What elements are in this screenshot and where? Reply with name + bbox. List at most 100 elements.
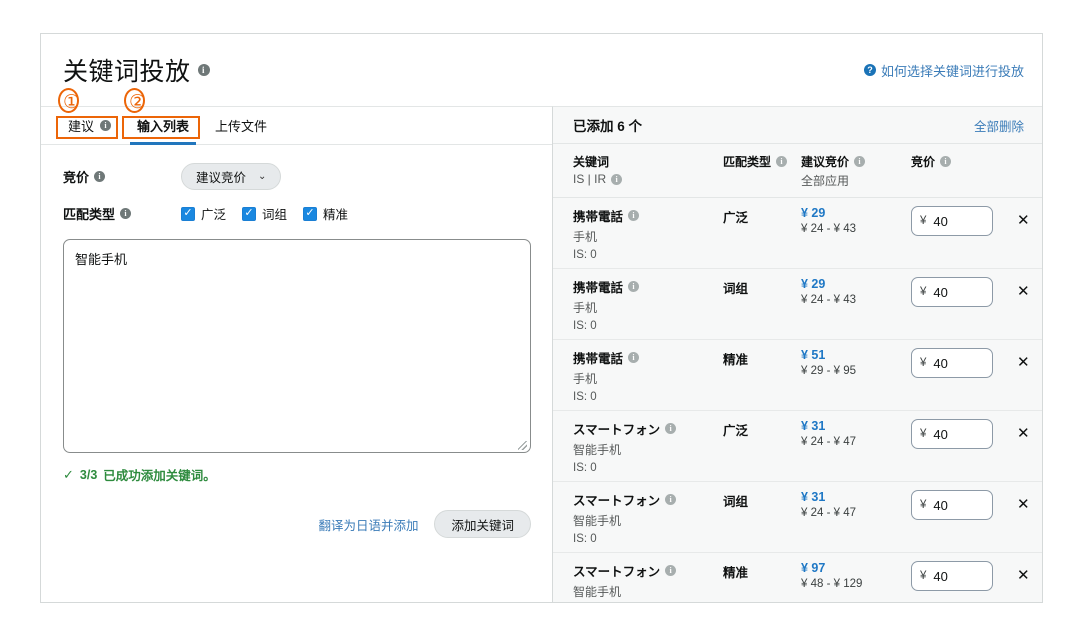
checkbox-exact[interactable]: ✓ 精准 [303, 204, 348, 223]
row-suggested-bid-cell: ¥ 29 ¥ 24 - ¥ 43 [801, 206, 911, 235]
bid-type-select[interactable]: 建议竞价 ⌄ [181, 163, 282, 190]
info-icon[interactable]: i [628, 352, 640, 363]
row-translation: 智能手机 [573, 514, 622, 528]
table-row: スマートフォン i 智能手机 IS: 0 精准 ¥ 97 ¥ 48 - ¥ 12… [553, 553, 1042, 602]
help-link-label: 如何选择关键词进行投放 [880, 63, 1024, 79]
translate-and-add-link[interactable]: 翻译为日语并添加 [318, 515, 418, 534]
row-bid-range: ¥ 24 - ¥ 43 [801, 294, 856, 306]
row-suggested-bid[interactable]: ¥ 29 [801, 277, 911, 291]
tab-bar: 建议 i 输入列表 上传文件 [41, 107, 552, 145]
row-is-value: IS: 0 [573, 391, 597, 403]
info-icon[interactable]: i [665, 423, 677, 434]
info-icon[interactable]: i [854, 156, 866, 167]
tab-enter-list[interactable]: 输入列表 [124, 107, 202, 145]
info-icon[interactable]: i [776, 156, 788, 167]
currency-symbol: ¥ [920, 357, 927, 369]
info-icon[interactable]: i [611, 173, 623, 185]
row-delete-cell: ✕ [1011, 206, 1041, 236]
close-icon[interactable]: ✕ [1011, 496, 1030, 513]
info-icon[interactable]: i [665, 494, 677, 505]
bid-input[interactable]: ¥ 40 [911, 561, 993, 591]
row-keyword: 携帯電話 [573, 210, 624, 224]
row-keyword: スマートフォン [573, 565, 661, 579]
row-keyword: 携帯電話 [573, 352, 624, 366]
table-row: スマートフォン i 智能手机 IS: 0 词组 ¥ 31 ¥ 24 - ¥ 47 [553, 482, 1042, 553]
row-match-type: 词组 [723, 282, 749, 296]
success-message: ✓ 3/3 已成功添加关键词。 [63, 465, 530, 484]
info-icon[interactable]: i [665, 565, 677, 576]
close-icon[interactable]: ✕ [1011, 283, 1030, 300]
info-icon[interactable]: i [628, 210, 640, 221]
close-icon[interactable]: ✕ [1011, 354, 1030, 371]
row-delete-cell: ✕ [1011, 490, 1041, 520]
info-icon[interactable]: i [628, 281, 640, 292]
check-icon: ✓ [181, 206, 195, 221]
row-bid-cell: ¥ 40 [911, 206, 1011, 236]
add-keywords-button[interactable]: 添加关键词 [434, 510, 531, 538]
bid-field-row: 竞价 i 建议竞价 ⌄ [63, 163, 530, 190]
success-text: 已成功添加关键词。 [103, 469, 216, 483]
bid-value: 40 [933, 497, 948, 513]
row-suggested-bid[interactable]: ¥ 31 [801, 419, 911, 433]
row-match-type: 精准 [723, 566, 749, 580]
row-keyword: 携帯電話 [573, 281, 624, 295]
tab-suggestions[interactable]: 建议 i [55, 107, 124, 144]
bid-input[interactable]: ¥ 40 [911, 490, 993, 520]
row-bid-range: ¥ 24 - ¥ 47 [801, 507, 856, 519]
close-icon[interactable]: ✕ [1011, 567, 1030, 584]
currency-symbol: ¥ [920, 286, 927, 298]
info-icon[interactable]: i [197, 64, 210, 76]
row-delete-cell: ✕ [1011, 277, 1041, 307]
column-delete [1011, 153, 1041, 189]
close-icon[interactable]: ✕ [1011, 212, 1030, 229]
row-suggested-bid[interactable]: ¥ 51 [801, 348, 911, 362]
row-match-type: 广泛 [723, 211, 749, 225]
card-header: 关键词投放 i ? 如何选择关键词进行投放 [41, 34, 1042, 106]
column-suggested-bid: 建议竞价 i 全部应用 [801, 153, 911, 189]
remove-all-link[interactable]: 全部删除 [974, 116, 1024, 135]
info-icon[interactable]: i [120, 208, 132, 219]
keywords-textarea-wrap [63, 239, 531, 458]
bid-input[interactable]: ¥ 40 [911, 348, 993, 378]
check-icon: ✓ [63, 466, 74, 482]
help-link[interactable]: ? 如何选择关键词进行投放 [863, 61, 1024, 80]
apply-all-link[interactable]: 全部应用 [801, 172, 849, 189]
checkbox-phrase[interactable]: ✓ 词组 [242, 204, 287, 223]
match-type-label: 匹配类型 i [63, 204, 181, 223]
row-keyword-cell: スマートフォン i 智能手机 IS: 0 [573, 490, 723, 545]
column-keyword: 关键词 IS | IR i [573, 153, 723, 189]
info-icon[interactable]: i [100, 120, 112, 131]
left-pane: 建议 i 输入列表 上传文件 竞价 i 建议竞价 ⌄ 匹配类型 i ✓ 广泛 ✓… [41, 106, 553, 602]
checkbox-broad[interactable]: ✓ 广泛 [181, 204, 226, 223]
row-keyword-cell: スマートフォン i 智能手机 IS: 0 [573, 561, 723, 602]
close-icon[interactable]: ✕ [1011, 425, 1030, 442]
row-bid-range: ¥ 24 - ¥ 43 [801, 223, 856, 235]
bid-value: 40 [933, 568, 948, 584]
currency-symbol: ¥ [920, 215, 927, 227]
info-icon[interactable]: i [940, 156, 952, 167]
bid-input[interactable]: ¥ 40 [911, 277, 993, 307]
row-is-value: IS: 0 [573, 249, 597, 261]
row-bid-range: ¥ 24 - ¥ 47 [801, 436, 856, 448]
tab-upload-file[interactable]: 上传文件 [202, 107, 280, 144]
bid-input[interactable]: ¥ 40 [911, 206, 993, 236]
bid-value: 40 [933, 213, 948, 229]
bid-input[interactable]: ¥ 40 [911, 419, 993, 449]
checkbox-phrase-label: 词组 [262, 208, 288, 222]
row-suggested-bid-cell: ¥ 29 ¥ 24 - ¥ 43 [801, 277, 911, 306]
row-suggested-bid[interactable]: ¥ 97 [801, 561, 911, 575]
row-match-type: 词组 [723, 495, 749, 509]
keywords-textarea[interactable] [63, 239, 531, 453]
row-translation: 手机 [573, 230, 598, 244]
row-suggested-bid[interactable]: ¥ 29 [801, 206, 911, 220]
added-count-title: 已添加 6 个 [573, 119, 643, 134]
row-suggested-bid[interactable]: ¥ 31 [801, 490, 911, 504]
chevron-down-icon: ⌄ [258, 171, 267, 182]
table-row: スマートフォン i 智能手机 IS: 0 广泛 ¥ 31 ¥ 24 - ¥ 47 [553, 411, 1042, 482]
added-header: 已添加 6 个 全部删除 [553, 107, 1042, 144]
table-row: 携帯電話 i 手机 IS: 0 精准 ¥ 51 ¥ 29 - ¥ 95 ¥ 40… [553, 340, 1042, 411]
card-body: 建议 i 输入列表 上传文件 竞价 i 建议竞价 ⌄ 匹配类型 i ✓ 广泛 ✓… [41, 106, 1042, 602]
page-title: 关键词投放 i [63, 52, 210, 88]
row-bid-range: ¥ 48 - ¥ 129 [801, 578, 863, 590]
info-icon[interactable]: i [94, 171, 106, 182]
